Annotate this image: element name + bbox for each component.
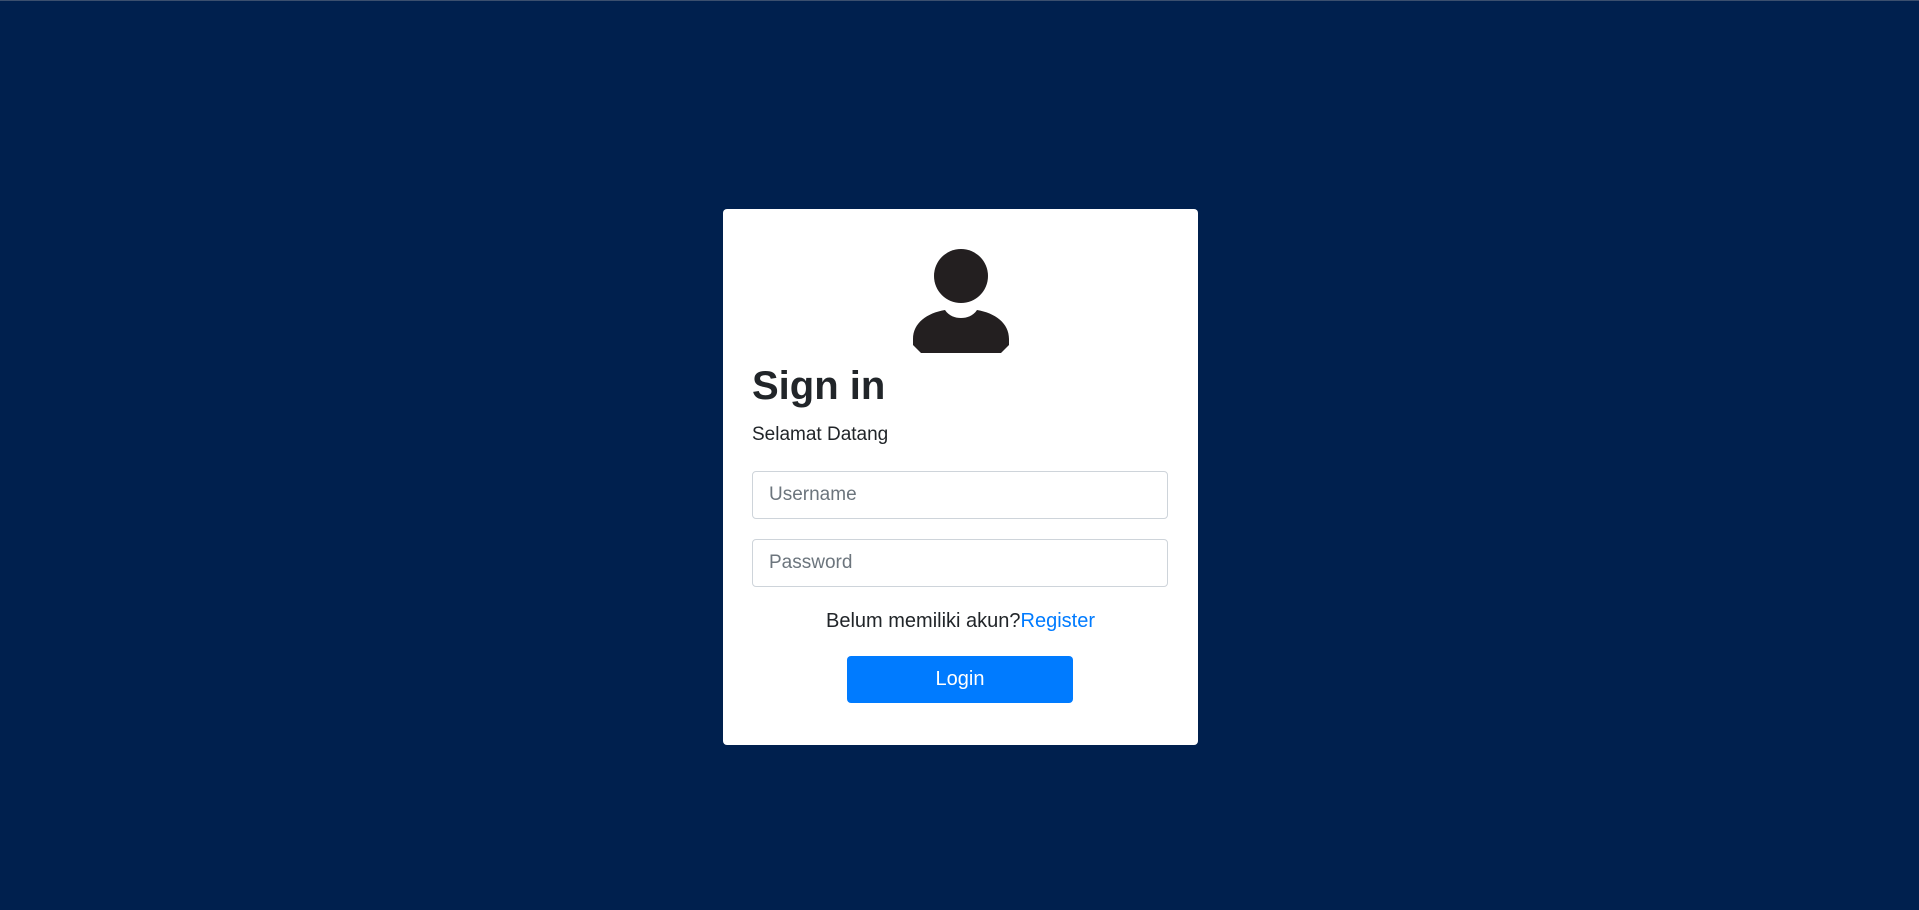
page-title: Sign in <box>752 364 886 408</box>
password-input[interactable] <box>752 539 1168 587</box>
login-button[interactable]: Login <box>847 656 1073 703</box>
register-link[interactable]: Register <box>1021 610 1095 632</box>
top-border-line <box>0 0 1919 1</box>
username-input[interactable] <box>752 471 1168 519</box>
register-prompt-text: Belum memiliki akun? <box>826 610 1021 632</box>
avatar <box>723 249 1198 353</box>
user-icon <box>912 249 1009 353</box>
register-prompt: Belum memiliki akun?Register <box>723 609 1198 633</box>
welcome-text: Selamat Datang <box>752 424 889 445</box>
